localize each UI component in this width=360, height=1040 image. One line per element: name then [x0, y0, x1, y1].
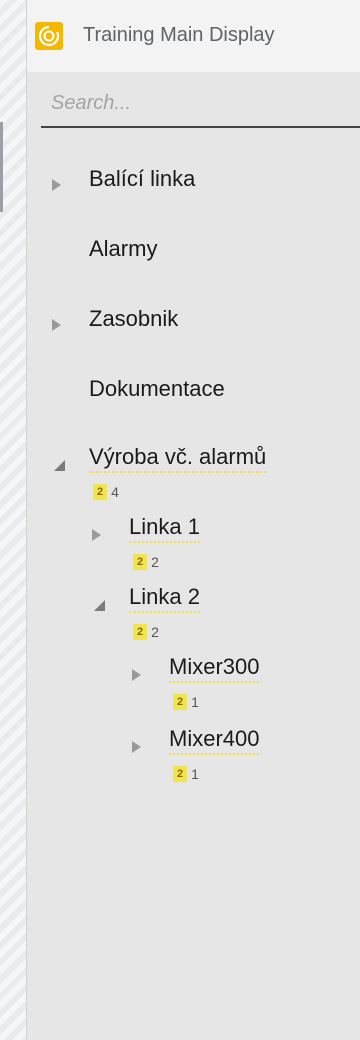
- tree-item-label: Výroba vč. alarmů: [89, 444, 267, 473]
- collapse-arrow-icon[interactable]: [54, 460, 65, 471]
- tree-item-vyroba[interactable]: Výroba vč. alarmů 2 4: [27, 440, 360, 504]
- collapse-arrow-icon[interactable]: [94, 600, 105, 611]
- expand-arrow-icon[interactable]: [92, 529, 101, 541]
- alarm-count: 1: [191, 766, 199, 782]
- alarm-priority: 2: [133, 554, 148, 570]
- alarm-priority: 2: [133, 624, 148, 640]
- alarm-badge: 2 1: [173, 694, 199, 710]
- tree-item-balici-linka[interactable]: Balící linka: [27, 160, 360, 204]
- alarm-count: 2: [151, 624, 159, 640]
- tree-item-label: Mixer400: [169, 726, 260, 755]
- expand-arrow-icon[interactable]: [132, 669, 141, 681]
- alarm-priority: 2: [173, 694, 188, 710]
- app-title: Training Main Display: [83, 24, 275, 46]
- tree-item-label: Alarmy: [89, 236, 158, 261]
- expand-arrow-icon[interactable]: [132, 741, 141, 753]
- tree-item-label: Balící linka: [89, 166, 196, 191]
- tree-item-mixer300[interactable]: Mixer300 2 1: [27, 650, 360, 714]
- tree-item-dokumentace[interactable]: Dokumentace: [27, 370, 360, 414]
- alarm-priority: 2: [173, 766, 188, 782]
- tree-item-label: Linka 2: [129, 584, 200, 613]
- scroll-indicator: [0, 122, 3, 212]
- tree-item-label: Dokumentace: [89, 376, 225, 401]
- alarm-count: 2: [151, 554, 159, 570]
- tree-item-alarmy[interactable]: Alarmy: [27, 230, 360, 274]
- tree-item-mixer400[interactable]: Mixer400 2 1: [27, 722, 360, 786]
- alarm-badge: 2 2: [133, 624, 159, 640]
- swirl-logo-icon: [35, 22, 63, 50]
- tree-item-label: Linka 1: [129, 514, 200, 543]
- tree-item-linka-2[interactable]: Linka 2 2 2: [27, 580, 360, 644]
- tree-item-label: Mixer300: [169, 654, 260, 683]
- search-input[interactable]: [41, 80, 360, 128]
- alarm-badge: 2 4: [93, 484, 119, 500]
- alarm-badge: 2 2: [133, 554, 159, 570]
- alarm-count: 1: [191, 694, 199, 710]
- panel-header: Training Main Display: [27, 0, 360, 72]
- alarm-count: 4: [111, 484, 119, 500]
- alarm-badge: 2 1: [173, 766, 199, 782]
- alarm-priority: 2: [93, 484, 108, 500]
- expand-arrow-icon[interactable]: [52, 319, 61, 331]
- tree-item-zasobnik[interactable]: Zasobnik: [27, 300, 360, 344]
- left-edge-strip: [0, 0, 27, 1040]
- navigation-panel: Training Main Display Balící linka Alarm…: [27, 0, 360, 1040]
- tree-item-label: Zasobnik: [89, 306, 179, 331]
- tree-item-linka-1[interactable]: Linka 1 2 2: [27, 510, 360, 574]
- expand-arrow-icon[interactable]: [52, 179, 61, 191]
